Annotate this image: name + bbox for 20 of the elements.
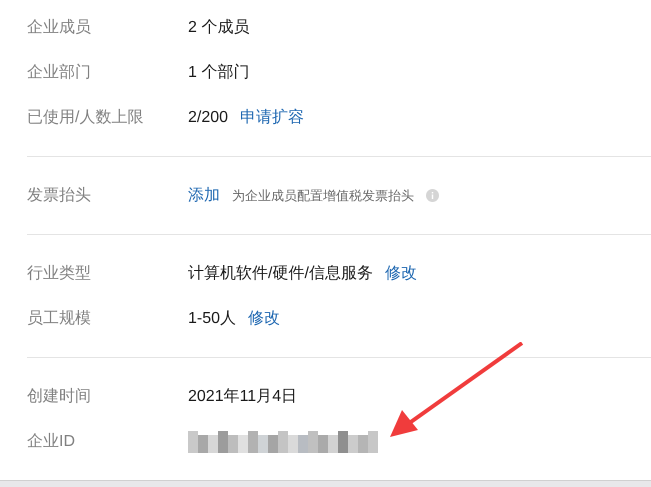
field-label: 创建时间	[27, 386, 92, 406]
action-link[interactable]: 修改	[248, 306, 280, 330]
action-link[interactable]: 修改	[384, 262, 417, 286]
field-label: 员工规模	[27, 308, 92, 328]
field-value: 2/200	[188, 108, 228, 128]
field-label: 发票抬头	[27, 186, 92, 206]
field-value: 2021年11月4日	[188, 386, 298, 406]
field-label: 已使用/人数上限	[27, 108, 144, 128]
field-value: 1 个部门	[188, 62, 250, 82]
hint-text: 为企业成员配置增值税发票抬头	[232, 186, 414, 205]
action-link[interactable]: 申请扩容	[240, 106, 304, 130]
field-label: 企业ID	[27, 432, 76, 452]
field-label: 企业成员	[27, 18, 92, 38]
field-label: 企业部门	[27, 62, 92, 82]
info-icon[interactable]	[426, 189, 439, 202]
field-label: 行业类型	[27, 264, 92, 284]
field-value: 计算机软件/硬件/信息服务	[188, 264, 373, 284]
field-value: 1-50人	[188, 308, 236, 328]
action-link[interactable]: 添加	[188, 184, 220, 208]
field-value: 2 个成员	[188, 18, 250, 38]
